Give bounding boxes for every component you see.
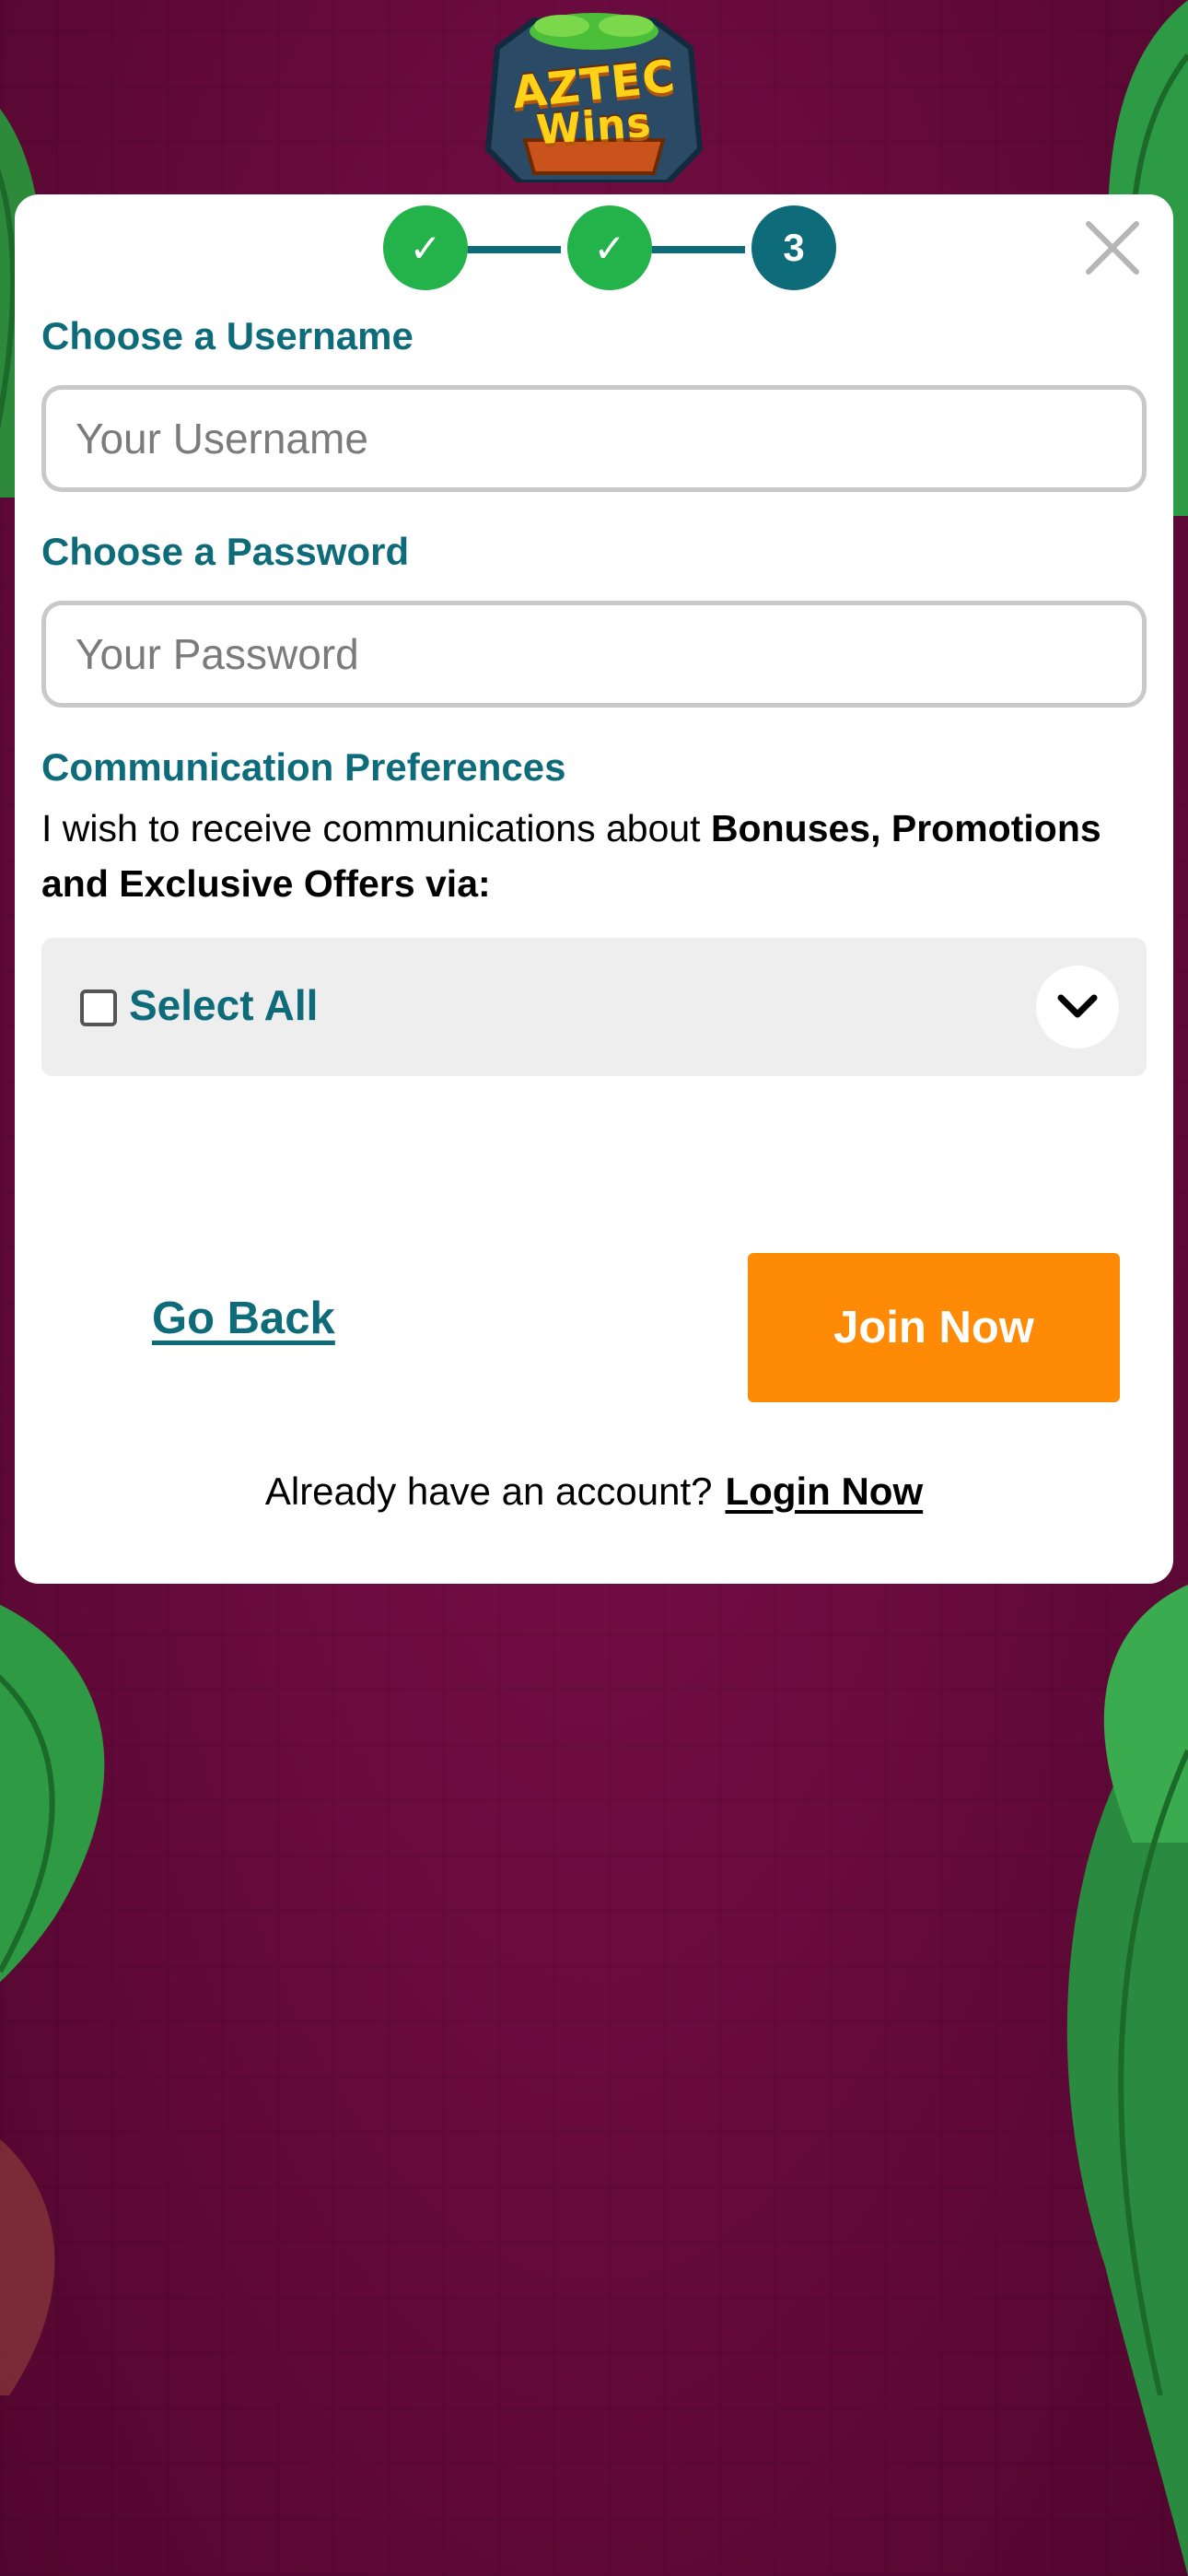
step-3-number: 3: [783, 226, 805, 269]
leaf-decoration-left-mid: [0, 2138, 55, 2395]
expand-preferences-button[interactable]: [1036, 966, 1119, 1048]
checkmark-icon: ✓: [409, 226, 442, 270]
communication-preferences-heading: Communication Preferences: [41, 745, 566, 789]
join-now-button[interactable]: Join Now: [748, 1253, 1120, 1402]
password-label: Choose a Password: [41, 530, 410, 573]
leaf-decoration-right-bottom: [1066, 1585, 1188, 2576]
select-all-panel[interactable]: Select All: [41, 938, 1147, 1076]
pref-text-plain: I wish to receive communications about: [41, 807, 711, 849]
select-all-label[interactable]: Select All: [129, 980, 318, 1030]
brand-logo: AZTEC Wins: [470, 11, 718, 185]
progress-stepper: ✓ ✓ 3: [367, 205, 837, 294]
password-input[interactable]: [41, 601, 1147, 708]
already-account-text: Already have an account?: [264, 1469, 713, 1513]
step-1-complete: ✓: [383, 205, 468, 290]
username-label: Choose a Username: [41, 314, 413, 357]
close-button[interactable]: [1083, 218, 1142, 277]
chevron-down-icon: [1057, 994, 1098, 1018]
step-3-current: 3: [751, 205, 836, 290]
login-prompt: Already have an account? Login Now: [15, 1469, 1173, 1514]
registration-modal: ✓ ✓ 3 Choose a Username Choose a Passwor…: [15, 194, 1173, 1584]
checkmark-icon: ✓: [593, 226, 626, 270]
select-all-checkbox[interactable]: [80, 989, 117, 1026]
go-back-link[interactable]: Go Back: [152, 1293, 335, 1344]
step-2-complete: ✓: [567, 205, 652, 290]
username-input[interactable]: [41, 385, 1147, 492]
close-icon: [1086, 221, 1139, 275]
login-now-link[interactable]: Login Now: [726, 1469, 924, 1513]
leaf-decoration-left-bottom: [0, 1604, 105, 1983]
communication-preferences-text: I wish to receive communications about B…: [41, 801, 1147, 911]
